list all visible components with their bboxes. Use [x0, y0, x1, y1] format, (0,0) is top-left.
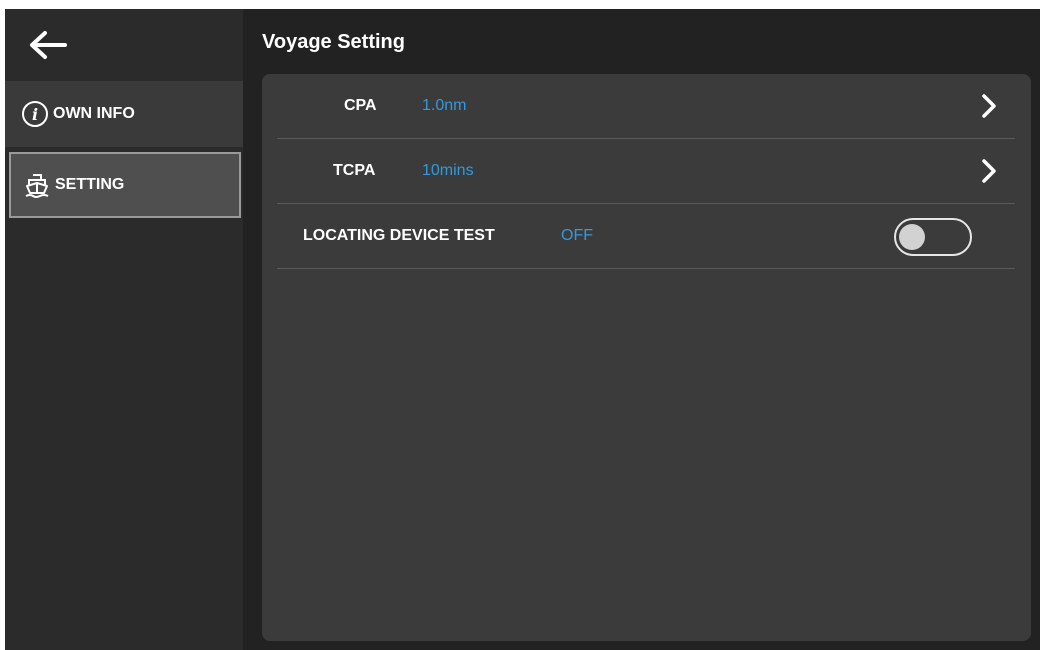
back-button[interactable]: [27, 23, 87, 67]
setting-row-tcpa[interactable]: TCPA 10mins: [277, 139, 1015, 204]
cpa-label: CPA: [344, 97, 377, 114]
sidebar: i OWN INFO SETTING: [5, 9, 243, 650]
tcpa-label: TCPA: [333, 162, 376, 179]
cpa-value: 1.0nm: [422, 97, 467, 114]
arrow-left-icon: [30, 31, 67, 59]
page-title: Voyage Setting: [262, 31, 405, 53]
svg-text:i: i: [32, 105, 38, 124]
locating-device-test-label: LOCATING DEVICE TEST: [303, 227, 495, 244]
setting-row-cpa[interactable]: CPA 1.0nm: [277, 74, 1015, 139]
sidebar-item-setting[interactable]: SETTING: [9, 152, 241, 218]
locating-device-test-toggle[interactable]: [894, 218, 972, 256]
sidebar-item-label: OWN INFO: [53, 105, 135, 122]
chevron-right-icon: [982, 94, 996, 118]
settings-panel: CPA 1.0nm TCPA 10mins LOCATING DEVICE TE…: [262, 74, 1031, 641]
tcpa-value: 10mins: [422, 162, 474, 179]
chevron-right-icon: [982, 159, 996, 183]
app-window: i OWN INFO SETTING Voyage Setting CPA 1.…: [5, 9, 1040, 650]
sidebar-item-own-info[interactable]: i OWN INFO: [5, 81, 243, 147]
sidebar-item-label: SETTING: [55, 176, 125, 193]
locating-device-test-value: OFF: [561, 227, 593, 244]
toggle-knob: [899, 224, 925, 250]
info-icon: i: [21, 100, 49, 128]
setting-row-locating-device-test: LOCATING DEVICE TEST OFF: [277, 204, 1015, 269]
ship-icon: [23, 171, 51, 199]
